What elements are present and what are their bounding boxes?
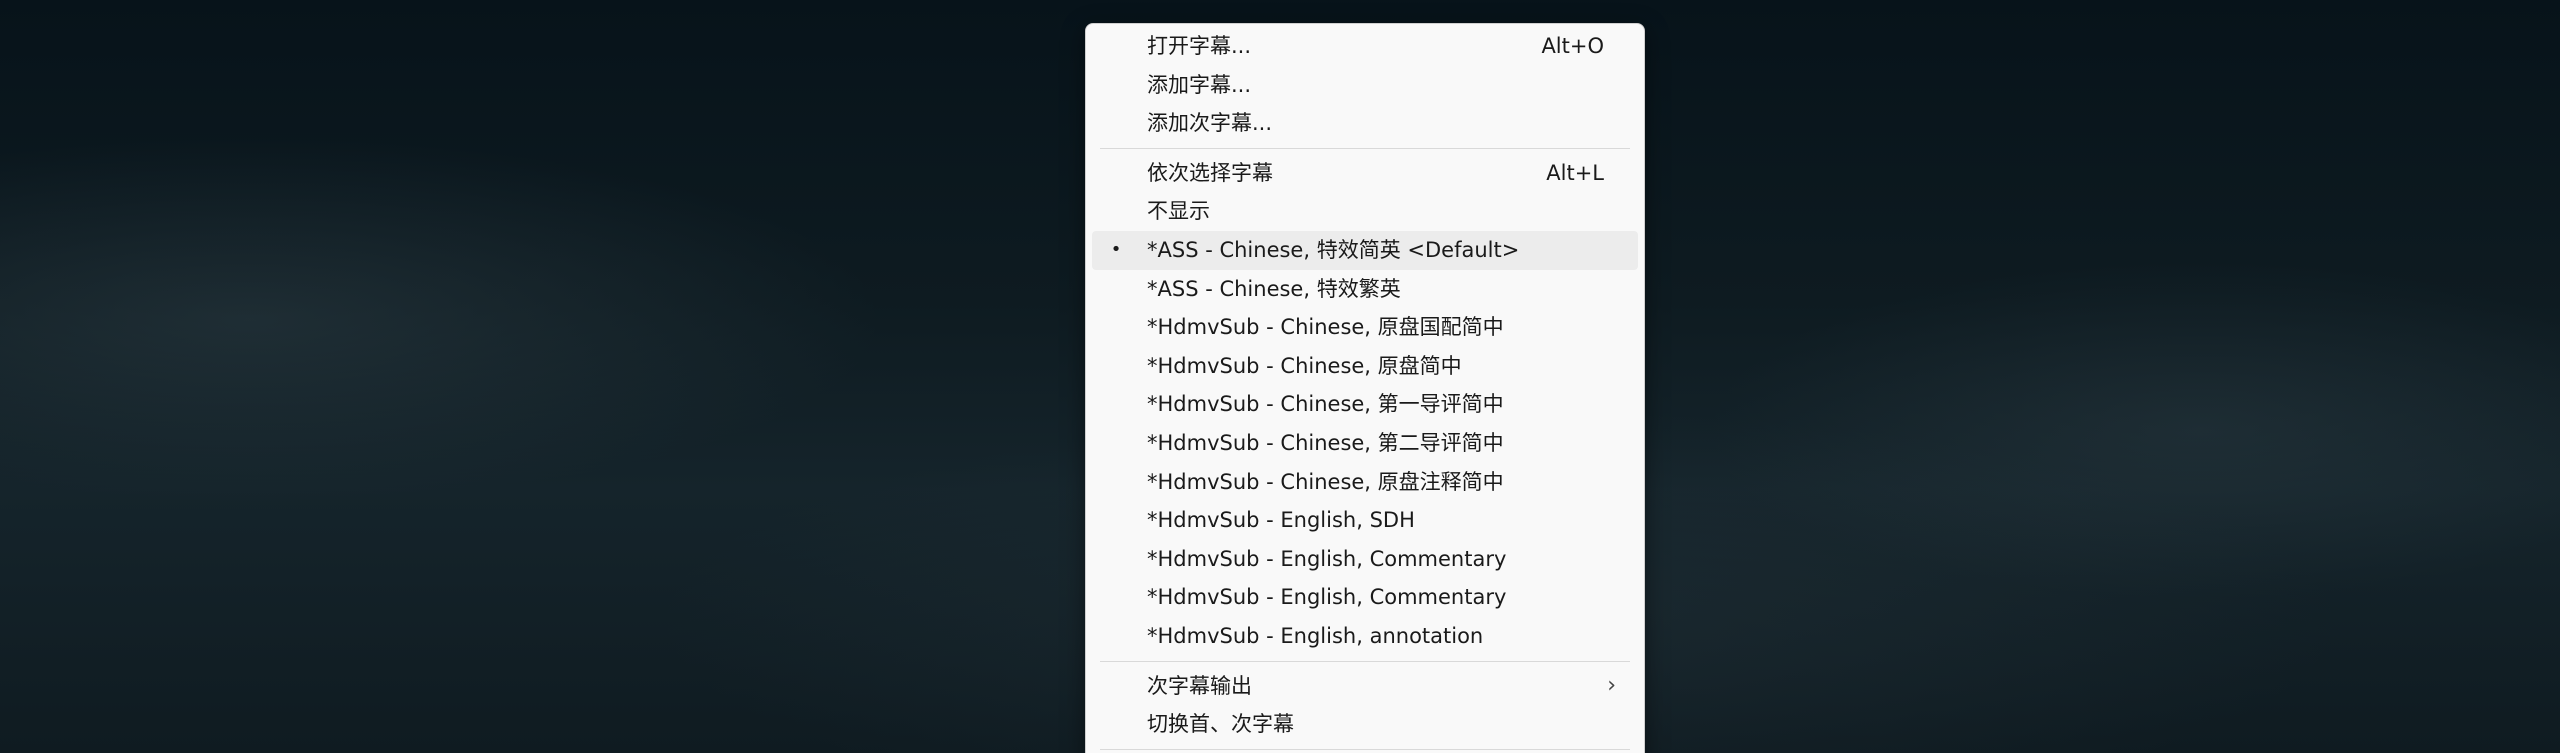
menu-item-label: 切换首、次字幕 [1147,712,1294,737]
menu-item-cycle-subtitles[interactable]: 依次选择字幕 Alt+L [1092,154,1638,193]
menu-item-subtitle-track[interactable]: *HdmvSub - Chinese, 第一导评简中 [1092,385,1638,424]
menu-item-subtitle-track[interactable]: *HdmvSub - Chinese, 原盘国配简中 [1092,308,1638,347]
menu-item-hide-subtitles[interactable]: 不显示 [1092,192,1638,231]
menu-item-label: *HdmvSub - Chinese, 原盘国配简中 [1147,315,1504,340]
menu-separator [1100,147,1630,149]
subtitle-context-menu: 打开字幕... Alt+O 添加字幕... 添加次字幕... 依次选择字幕 Al… [1085,23,1645,753]
menu-item-label: 添加次字幕... [1147,111,1273,136]
menu-item-open-subtitle[interactable]: 打开字幕... Alt+O [1092,27,1638,66]
menu-item-label: 添加字幕... [1147,72,1252,97]
menu-item-subtitle-track[interactable]: *HdmvSub - Chinese, 原盘注释简中 [1092,463,1638,502]
menu-item-subtitle-track[interactable]: *HdmvSub - English, Commentary [1092,578,1638,617]
menu-item-label: *HdmvSub - Chinese, 第一导评简中 [1147,392,1504,417]
menu-item-label: *HdmvSub - English, annotation [1147,623,1484,648]
menu-item-label: *ASS - Chinese, 特效简英 <Default> [1147,237,1520,262]
menu-item-label: 依次选择字幕 [1147,160,1273,185]
menu-item-subtitle-track[interactable]: • *ASS - Chinese, 特效简英 <Default> [1092,230,1638,270]
menu-item-label: *HdmvSub - Chinese, 第二导评简中 [1147,430,1504,455]
menu-item-shortcut: Alt+L [1546,160,1604,185]
menu-item-label: 次字幕输出 [1147,673,1252,698]
menu-item-add-subtitle[interactable]: 添加字幕... [1092,66,1638,105]
selected-bullet-icon: • [1110,238,1122,260]
menu-item-label: *HdmvSub - Chinese, 原盘注释简中 [1147,469,1504,494]
menu-item-subtitle-track[interactable]: *HdmvSub - Chinese, 第二导评简中 [1092,424,1638,463]
menu-item-shortcut: Alt+O [1541,34,1604,58]
menu-item-subtitle-track[interactable]: *ASS - Chinese, 特效繁英 [1092,270,1638,309]
menu-item-label: *HdmvSub - English, SDH [1147,508,1415,533]
menu-item-label: *HdmvSub - Chinese, 原盘简中 [1147,353,1462,378]
menu-item-subtitle-track[interactable]: *HdmvSub - English, annotation [1092,617,1638,656]
menu-item-label: *HdmvSub - English, Commentary [1147,585,1507,610]
menu-separator [1100,748,1630,750]
menu-separator [1100,660,1630,662]
menu-item-subtitle-track[interactable]: *HdmvSub - English, SDH [1092,501,1638,540]
menu-item-label: 打开字幕... [1147,34,1252,58]
menu-item-secondary-subtitle-output[interactable]: 次字幕输出 › [1092,667,1638,706]
menu-item-subtitle-track[interactable]: *HdmvSub - Chinese, 原盘简中 [1092,347,1638,386]
menu-item-label: *ASS - Chinese, 特效繁英 [1147,276,1401,301]
menu-item-label: *HdmvSub - English, Commentary [1147,546,1507,571]
menu-item-label: 不显示 [1147,199,1210,224]
menu-item-subtitle-track[interactable]: *HdmvSub - English, Commentary [1092,540,1638,579]
menu-item-swap-primary-secondary[interactable]: 切换首、次字幕 [1092,705,1638,744]
menu-item-add-secondary-subtitle[interactable]: 添加次字幕... [1092,104,1638,143]
chevron-right-icon: › [1607,672,1616,698]
